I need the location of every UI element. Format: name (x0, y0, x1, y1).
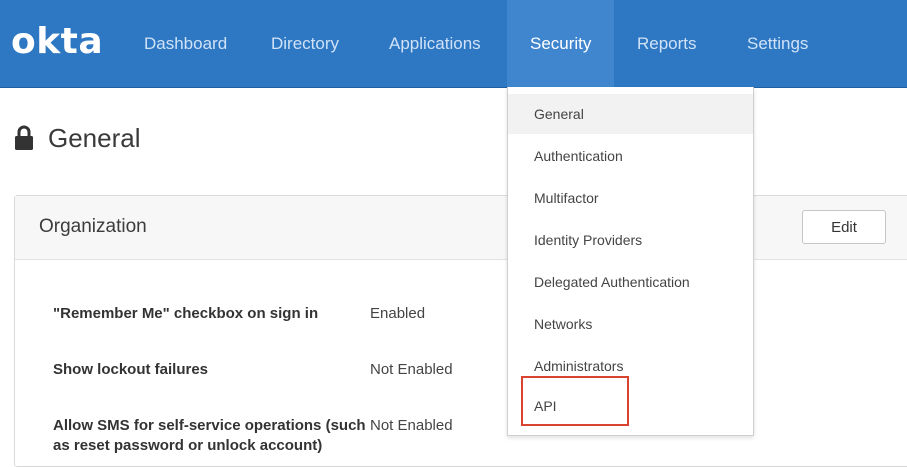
nav-directory[interactable]: Directory (271, 0, 339, 87)
menu-item-api[interactable]: API (508, 386, 753, 426)
menu-item-general[interactable]: General (508, 94, 753, 134)
lock-icon (15, 125, 33, 150)
security-dropdown-menu: General Authentication Multifactor Ident… (507, 87, 754, 436)
top-nav-bar: okta Dashboard Directory Applications Se… (0, 0, 907, 88)
setting-label-lockout-failures: Show lockout failures (53, 361, 209, 378)
menu-item-multifactor[interactable]: Multifactor (508, 178, 753, 218)
menu-item-delegated-authentication[interactable]: Delegated Authentication (508, 262, 753, 302)
setting-label-allow-sms: Allow SMS for self-service operations (s… (53, 417, 366, 454)
okta-logo[interactable]: okta (11, 22, 103, 62)
edit-button[interactable]: Edit (802, 210, 886, 244)
setting-value-lockout-failures: Not Enabled (370, 361, 453, 378)
setting-value-remember-me: Enabled (370, 305, 426, 322)
nav-settings[interactable]: Settings (747, 0, 808, 87)
menu-item-authentication[interactable]: Authentication (508, 136, 753, 176)
setting-value-allow-sms: Not Enabled (370, 417, 453, 434)
setting-label-remember-me: "Remember Me" checkbox on sign in (53, 305, 319, 322)
menu-item-identity-providers[interactable]: Identity Providers (508, 220, 753, 260)
menu-item-networks[interactable]: Networks (508, 304, 753, 344)
nav-security[interactable]: Security (507, 0, 615, 87)
organization-panel: Organization Edit "Remember Me" checkbox… (14, 195, 907, 467)
page-title: General (14, 120, 141, 156)
panel-title: Organization (39, 216, 147, 237)
page-title-text: General (48, 122, 141, 153)
nav-applications[interactable]: Applications (389, 0, 481, 87)
nav-reports[interactable]: Reports (637, 0, 697, 87)
panel-header: Organization Edit (15, 196, 907, 260)
menu-item-administrators[interactable]: Administrators (508, 346, 753, 386)
nav-dashboard[interactable]: Dashboard (144, 0, 227, 87)
